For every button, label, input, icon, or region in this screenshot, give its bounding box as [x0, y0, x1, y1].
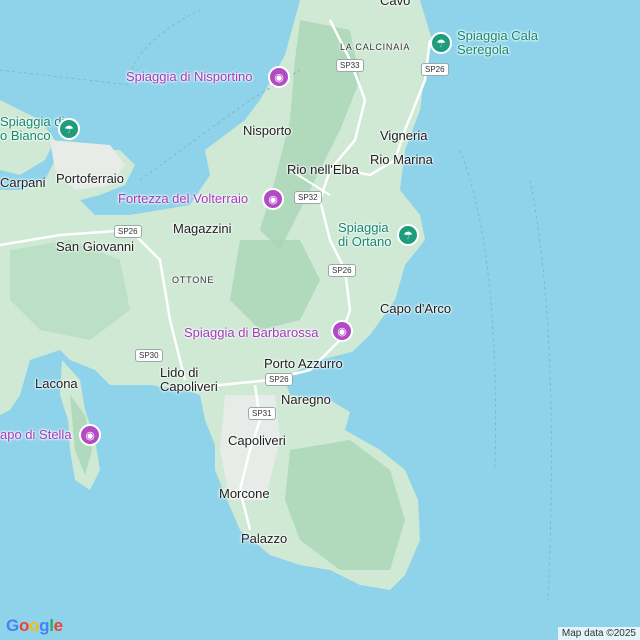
- place-portoferraio[interactable]: Portoferraio: [56, 172, 124, 186]
- ferry-route-5: [529, 179, 552, 601]
- place-cavo[interactable]: Cavo: [380, 0, 410, 8]
- place-rio-nell-elba[interactable]: Rio nell'Elba: [287, 163, 359, 177]
- place-capoliveri[interactable]: Capoliveri: [228, 434, 286, 448]
- road-shield-sp30: SP30: [135, 349, 163, 362]
- road-shield-sp33: SP33: [336, 59, 364, 72]
- place-la-calcinaia[interactable]: LA CALCINAIA: [340, 40, 410, 54]
- place-palazzo[interactable]: Palazzo: [241, 532, 287, 546]
- place-magazzini[interactable]: Magazzini: [173, 222, 232, 236]
- place-lido-di-capoliveri[interactable]: Lido di Capoliveri: [160, 366, 218, 394]
- road-shield-sp26: SP26: [328, 264, 356, 277]
- place-naregno[interactable]: Naregno: [281, 393, 331, 407]
- beach-umbrella-icon[interactable]: ☂: [430, 32, 452, 54]
- place-carpani[interactable]: Carpani: [0, 176, 46, 190]
- road-shield-sp26: SP26: [114, 225, 142, 238]
- road-shield-sp26: SP26: [265, 373, 293, 386]
- place-nisporto[interactable]: Nisporto: [243, 124, 291, 138]
- beach-umbrella-icon[interactable]: ☂: [58, 118, 80, 140]
- place-san-giovanni[interactable]: San Giovanni: [56, 240, 134, 254]
- road-shield-sp26: SP26: [421, 63, 449, 76]
- map-canvas[interactable]: [0, 0, 640, 640]
- beach-spiaggia-di-ortano[interactable]: Spiaggia di Ortano: [338, 221, 391, 249]
- road-shield-sp32: SP32: [294, 191, 322, 204]
- google-logo: Google: [6, 616, 63, 635]
- place-porto-azzurro[interactable]: Porto Azzurro: [264, 357, 343, 371]
- poi-spiaggia-di-barbarossa[interactable]: Spiaggia di Barbarossa: [184, 326, 318, 340]
- map-attribution[interactable]: Map data ©2025: [557, 627, 640, 640]
- beach-spiaggia-cala-seregola[interactable]: Spiaggia Cala Seregola: [457, 29, 538, 57]
- camera-icon[interactable]: ◉: [79, 424, 101, 446]
- beach-spiaggia-bianco[interactable]: Spiaggia di o Bianco: [0, 115, 64, 143]
- place-rio-marina[interactable]: Rio Marina: [370, 153, 433, 167]
- place-morcone[interactable]: Morcone: [219, 487, 270, 501]
- place-ottone[interactable]: OTTONE: [172, 273, 214, 287]
- camera-icon[interactable]: ◉: [262, 188, 284, 210]
- place-vigneria[interactable]: Vigneria: [380, 129, 427, 143]
- poi-spiaggia-di-nisportino[interactable]: Spiaggia di Nisportino: [126, 70, 252, 84]
- place-capo-d-arco[interactable]: Capo d'Arco: [380, 302, 451, 316]
- poi-capo-di-stella[interactable]: apo di Stella: [0, 428, 72, 442]
- camera-icon[interactable]: ◉: [331, 320, 353, 342]
- ferry-route-1: [129, 9, 201, 76]
- poi-fortezza-del-volterraio[interactable]: Fortezza del Volterraio: [118, 192, 248, 206]
- camera-icon[interactable]: ◉: [268, 66, 290, 88]
- place-lacona[interactable]: Lacona: [35, 377, 78, 391]
- road-shield-sp31: SP31: [248, 407, 276, 420]
- ferry-route-4: [459, 149, 497, 471]
- ferry-route-2: [0, 69, 131, 86]
- beach-umbrella-icon[interactable]: ☂: [397, 224, 419, 246]
